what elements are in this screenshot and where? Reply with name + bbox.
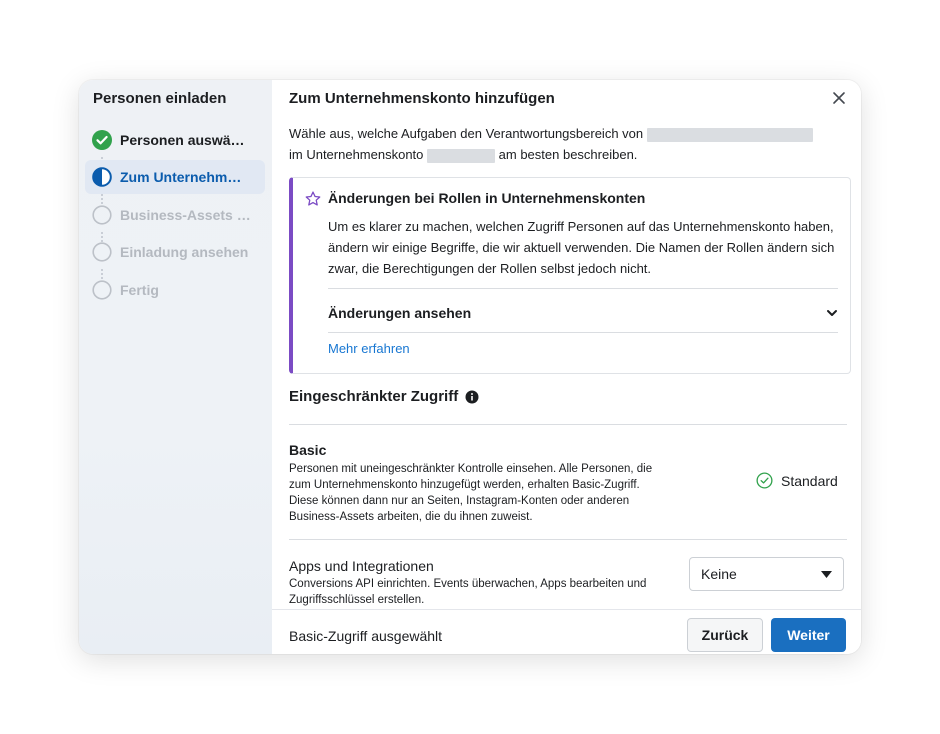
changes-toggle[interactable]: Änderungen ansehen (328, 293, 838, 333)
check-outline-icon (756, 472, 773, 489)
main-panel: Zum Unternehmenskonto hinzufügen Wähle a… (272, 80, 861, 654)
half-circle-icon (92, 167, 112, 187)
notice-title: Änderungen bei Rollen in Unternehmenskon… (328, 190, 646, 206)
steps-sidebar: Personen einladen Personen auswä… Zum Un… (79, 80, 272, 654)
caret-down-icon (821, 570, 832, 578)
step-fertig[interactable]: Fertig (85, 273, 265, 307)
next-button[interactable]: Weiter (771, 618, 846, 652)
star-icon (304, 190, 322, 208)
step-personen-auswaehlen[interactable]: Personen auswä… (85, 123, 265, 157)
invite-dialog: Personen einladen Personen auswä… Zum Un… (79, 80, 861, 654)
intro-text-part1: Wähle aus, welche Aufgaben den Verantwor… (289, 126, 644, 141)
basic-role-name: Basic (289, 442, 327, 458)
chevron-down-icon (827, 310, 837, 316)
step-label: Fertig (120, 282, 159, 298)
back-button[interactable]: Zurück (687, 618, 763, 652)
dialog-title: Zum Unternehmenskonto hinzufügen (289, 90, 555, 107)
step-label: Personen auswä… (120, 132, 245, 148)
empty-circle-icon (92, 242, 112, 262)
intro-text-part3: am besten beschreiben. (498, 147, 638, 162)
standard-badge: Standard (756, 472, 838, 489)
apps-integrations-description: Conversions API einrichten. Events überw… (289, 578, 647, 606)
apps-access-select[interactable]: Keine (689, 557, 844, 591)
step-business-assets[interactable]: Business-Assets … (85, 198, 265, 232)
basic-role-description: Personen mit uneingeschränkter Kontrolle… (289, 463, 653, 523)
divider (328, 288, 838, 289)
step-label: Business-Assets … (120, 207, 251, 223)
selection-status: Basic-Zugriff ausgewählt (289, 628, 443, 644)
restricted-access-title: Eingeschränkter Zugriff (289, 388, 459, 405)
dialog-footer: Basic-Zugriff ausgewählt Zurück Weiter (272, 609, 861, 654)
check-circle-icon (92, 130, 112, 150)
step-label: Einladung ansehen (120, 244, 249, 260)
step-einladung-ansehen[interactable]: Einladung ansehen (85, 235, 265, 269)
redacted-name (646, 127, 813, 142)
apps-access-value: Keine (701, 566, 737, 582)
apps-integrations-name: Apps und Integrationen (289, 558, 434, 574)
sidebar-title: Personen einladen (93, 90, 227, 107)
step-zum-unternehmenskonto[interactable]: Zum Unternehm… (85, 160, 265, 194)
learn-more-link[interactable]: Mehr erfahren (328, 341, 410, 356)
changes-toggle-label: Änderungen ansehen (328, 305, 472, 321)
info-icon[interactable] (465, 390, 479, 404)
notice-body: Um es klarer zu machen, welchen Zugriff … (328, 219, 835, 276)
empty-circle-icon (92, 280, 112, 300)
role-change-notice: Änderungen bei Rollen in Unternehmenskon… (289, 177, 851, 374)
restricted-access-heading: Eingeschränkter Zugriff (289, 388, 479, 405)
empty-circle-icon (92, 205, 112, 225)
standard-label: Standard (781, 472, 838, 489)
redacted-account (427, 148, 496, 163)
step-label: Zum Unternehm… (120, 169, 242, 185)
divider (328, 332, 838, 333)
intro-text-part2: im Unternehmenskonto (289, 147, 424, 162)
close-icon[interactable] (831, 90, 847, 106)
divider (289, 424, 847, 425)
divider (289, 539, 847, 540)
intro-text: Wähle aus, welche Aufgaben den Verantwor… (289, 123, 849, 165)
